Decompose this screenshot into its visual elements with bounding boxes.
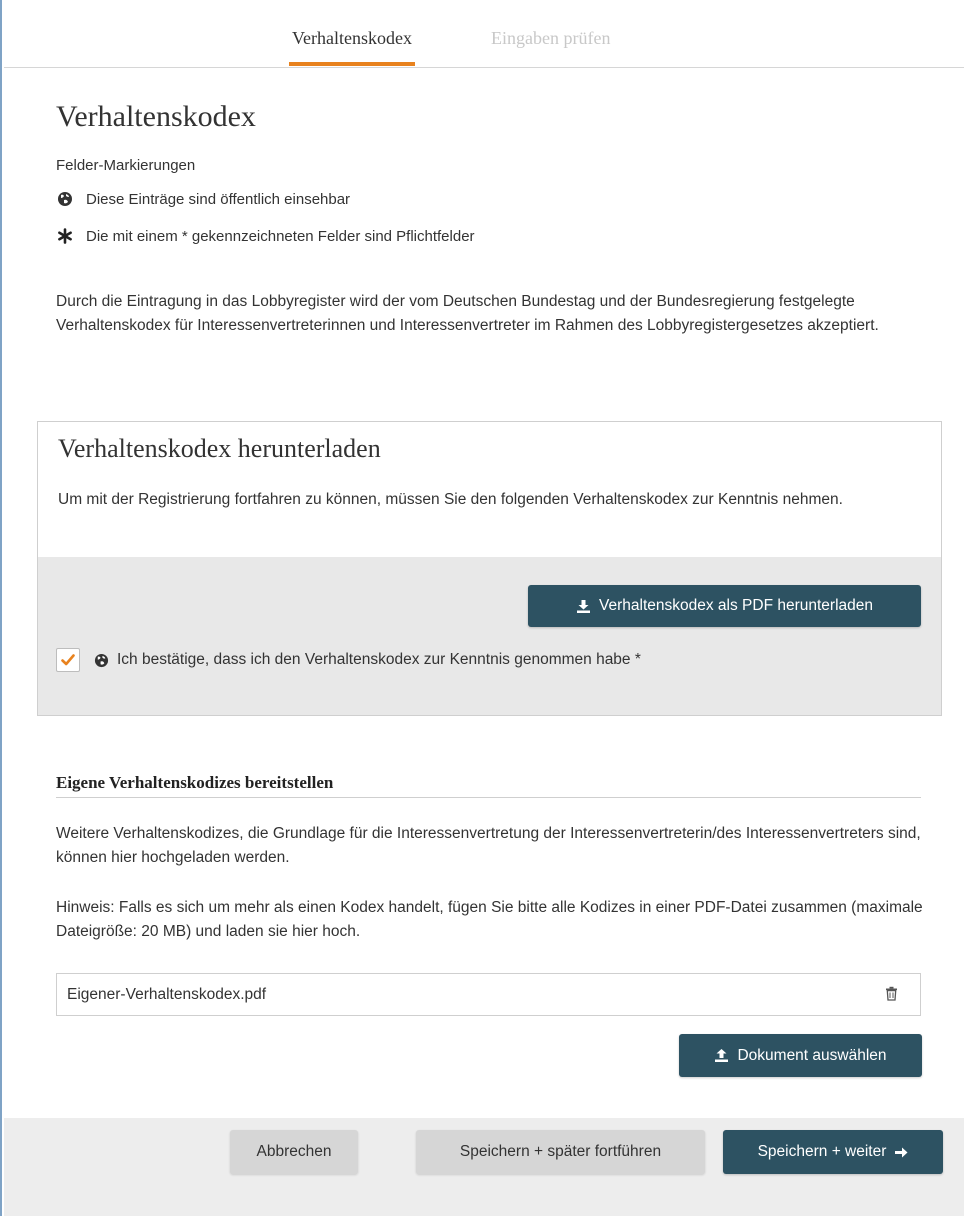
legend-required-label: Die mit einem * gekennzeichneten Felder … bbox=[86, 227, 475, 245]
legend-required: Die mit einem * gekennzeichneten Felder … bbox=[56, 227, 475, 245]
download-pdf-button[interactable]: Verhaltenskodex als PDF herunterladen bbox=[528, 585, 921, 627]
download-actions-area: Verhaltenskodex als PDF herunterladen Ic… bbox=[38, 557, 941, 715]
footer-action-bar: Abbrechen Speichern + später fortführen … bbox=[4, 1118, 964, 1216]
legend-public: Diese Einträge sind öffentlich einsehbar bbox=[56, 190, 350, 208]
uploaded-file-field: Eigener-Verhaltenskodex.pdf bbox=[56, 973, 921, 1016]
own-codes-hint: Hinweis: Falls es sich um mehr als einen… bbox=[56, 899, 923, 940]
checkmark-icon bbox=[61, 654, 75, 666]
legend-public-label: Diese Einträge sind öffentlich einsehbar bbox=[86, 190, 351, 208]
tab-verhaltenskodex[interactable]: Verhaltenskodex bbox=[289, 28, 415, 66]
select-document-button[interactable]: Dokument auswählen bbox=[679, 1034, 922, 1077]
legend-title: Felder-Markierungen bbox=[56, 157, 196, 174]
confirm-label[interactable]: Ich bestätige, dass ich den Verhaltensko… bbox=[117, 651, 641, 669]
tab-eingaben-pruefen[interactable]: Eingaben prüfen bbox=[491, 28, 610, 49]
trash-icon[interactable] bbox=[885, 986, 898, 1006]
page-frame: Verhaltenskodex Eingaben prüfen Verhalte… bbox=[0, 0, 964, 1216]
uploaded-file-name: Eigener-Verhaltenskodex.pdf bbox=[67, 986, 267, 1003]
arrow-right-icon bbox=[894, 1146, 908, 1159]
download-panel: Verhaltenskodex herunterladen Um mit der… bbox=[37, 421, 942, 716]
download-pdf-label: Verhaltenskodex als PDF herunterladen bbox=[599, 597, 873, 614]
upload-icon bbox=[714, 1048, 729, 1063]
save-later-button[interactable]: Speichern + später fortführen bbox=[416, 1130, 705, 1174]
confirm-checkbox[interactable] bbox=[56, 648, 80, 672]
download-panel-title: Verhaltenskodex herunterladen bbox=[58, 434, 381, 463]
section-divider bbox=[56, 797, 921, 798]
cancel-button[interactable]: Abbrechen bbox=[230, 1130, 358, 1174]
tab-bar: Verhaltenskodex Eingaben prüfen bbox=[4, 0, 964, 68]
save-next-label: Speichern + weiter bbox=[757, 1143, 887, 1160]
own-codes-text: Weitere Verhaltenskodizes, die Grundlage… bbox=[56, 825, 921, 866]
own-codes-title: Eigene Verhaltenskodizes bereitstellen bbox=[56, 773, 334, 792]
select-document-label: Dokument auswählen bbox=[737, 1046, 887, 1064]
globe-icon bbox=[56, 190, 74, 208]
save-next-button[interactable]: Speichern + weiter bbox=[723, 1130, 943, 1174]
download-icon bbox=[576, 599, 591, 614]
confirm-row: Ich bestätige, dass ich den Verhaltensko… bbox=[56, 648, 641, 672]
intro-text: Durch die Eintragung in das Lobbyregiste… bbox=[56, 293, 879, 334]
page-title: Verhaltenskodex bbox=[56, 100, 256, 133]
download-panel-text: Um mit der Registrierung fortfahren zu k… bbox=[58, 491, 843, 508]
globe-icon bbox=[94, 653, 109, 668]
asterisk-icon bbox=[56, 227, 74, 245]
